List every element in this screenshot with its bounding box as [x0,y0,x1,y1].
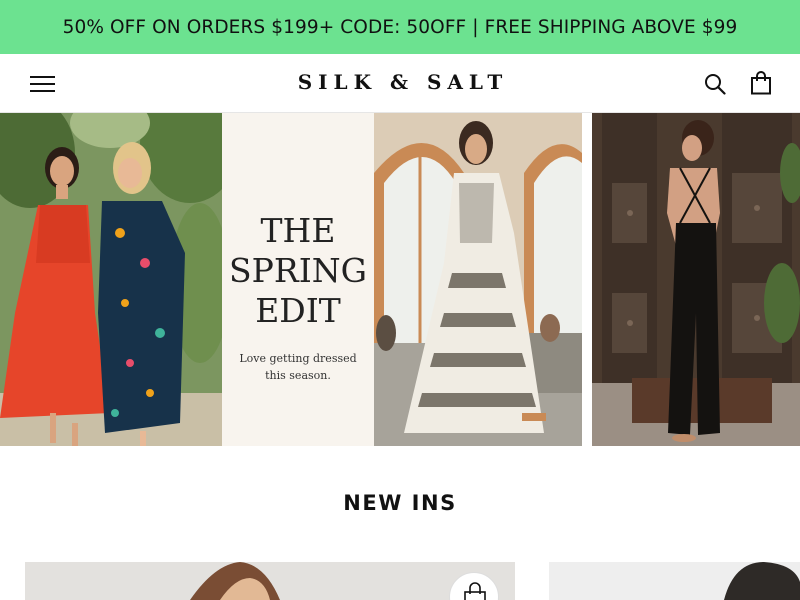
hero-title-line-3: EDIT [255,291,341,330]
product-card[interactable] [549,562,800,600]
hero-title-line-1: THE [260,211,336,250]
hero-image-arched-window [374,113,582,446]
hero-image-garden [0,113,222,446]
hamburger-menu-icon [30,74,55,93]
hero-banner[interactable]: THE SPRING EDIT Love getting dressed thi… [0,113,800,446]
product-image[interactable] [25,562,515,600]
shopping-bag-icon [751,71,771,95]
logo[interactable]: SILK & SALT [292,70,509,94]
search-button[interactable] [704,73,726,95]
menu-button[interactable] [30,74,55,93]
hero-subtitle-line-2: this season. [265,369,331,382]
shopping-bag-icon [464,582,486,600]
hero-text-panel: THE SPRING EDIT Love getting dressed thi… [222,113,374,446]
hero-image-carved-door [592,113,800,446]
search-icon [705,74,726,95]
logo-wrapper: SILK & SALT [0,70,800,94]
hero-subtitle-line-1: Love getting dressed [239,352,357,365]
product-card[interactable] [25,562,515,600]
hero-divider [582,113,592,446]
promo-bar: 50% OFF ON ORDERS $199+ CODE: 50OFF | FR… [0,0,800,54]
promo-text[interactable]: 50% OFF ON ORDERS $199+ CODE: 50OFF | FR… [63,17,738,38]
site-header: SILK & SALT [0,54,800,113]
section-title-new-ins: NEW INS [343,491,457,515]
quick-add-button[interactable] [449,572,499,600]
cart-button[interactable] [750,71,772,95]
product-image[interactable] [549,562,800,600]
hero-title-line-2: SPRING [229,251,367,290]
